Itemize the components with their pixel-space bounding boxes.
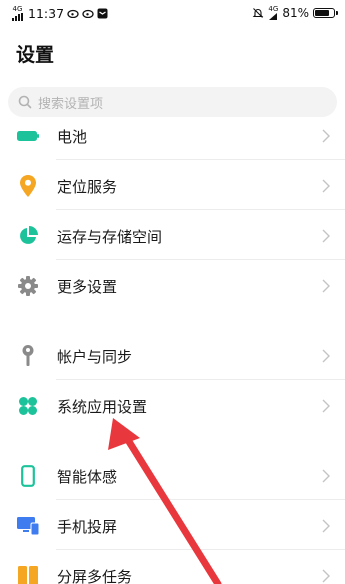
settings-item-label: 分屏多任务 [57,567,133,584]
status-time: 11:37 [28,5,65,21]
settings-item-label: 运存与存储空间 [57,227,163,246]
settings-item-label: 智能体感 [57,467,118,486]
divider [56,209,345,210]
settings-item-label: 定位服务 [57,177,118,196]
settings-item-system-apps[interactable]: 系统应用设置 [0,382,345,430]
weibo-notification-icon-2 [82,9,94,18]
divider [56,499,345,500]
gear-icon [17,275,39,297]
search-placeholder: 搜索设置项 [38,96,104,112]
settings-item-location[interactable]: 定位服务 [0,162,345,210]
divider [56,159,345,160]
signal-icon: 4G [12,4,23,21]
phone-outline-icon [17,465,39,487]
chevron-right-icon [322,469,330,483]
chevron-right-icon [322,519,330,533]
settings-item-more-settings[interactable]: 更多设置 [0,262,345,310]
settings-item-split-screen[interactable]: 分屏多任务 [0,552,345,584]
search-icon [18,95,32,109]
chevron-right-icon [322,229,330,243]
clover-apps-icon [17,395,39,417]
settings-item-label: 手机投屏 [57,517,118,536]
chevron-right-icon [322,399,330,413]
mute-bell-icon [253,8,264,18]
settings-item-storage[interactable]: 运存与存储空间 [0,212,345,260]
weibo-notification-icon [67,9,79,18]
settings-item-label: 更多设置 [57,277,118,296]
key-icon [17,345,39,367]
settings-item-smart-motion[interactable]: 智能体感 [0,452,345,500]
page-title: 设置 [16,44,55,66]
storage-pie-icon [17,225,39,247]
screen-cast-icon [17,515,39,537]
chevron-right-icon [322,349,330,363]
mobile-data-icon: 4G [268,6,278,20]
divider [56,379,345,380]
divider [56,549,345,550]
settings-item-label: 电池 [57,127,88,146]
settings-screen: 4G 11:37 4G 81% 设置 搜索设置项 电池 定位服务 运存与存储空间… [0,0,345,584]
chevron-right-icon [322,279,330,293]
location-pin-icon [17,175,39,197]
settings-item-label: 系统应用设置 [57,397,148,416]
split-screen-icon [17,565,39,584]
settings-item-label: 帐户与同步 [57,347,133,366]
chevron-right-icon [322,569,330,583]
battery-status-icon [313,8,338,18]
settings-item-screen-cast[interactable]: 手机投屏 [0,502,345,550]
battery-percent: 81% [282,6,309,20]
right-network-label: 4G [268,5,279,13]
battery-fill [315,10,329,16]
battery-icon [17,125,39,147]
status-bar: 4G 11:37 4G 81% [0,0,345,26]
chevron-right-icon [322,129,330,143]
divider [56,259,345,260]
network-type-label: 4G [12,4,23,13]
settings-item-accounts-sync[interactable]: 帐户与同步 [0,332,345,380]
chevron-right-icon [322,179,330,193]
message-notification-icon [97,8,108,18]
settings-item-battery[interactable]: 电池 [0,112,345,160]
